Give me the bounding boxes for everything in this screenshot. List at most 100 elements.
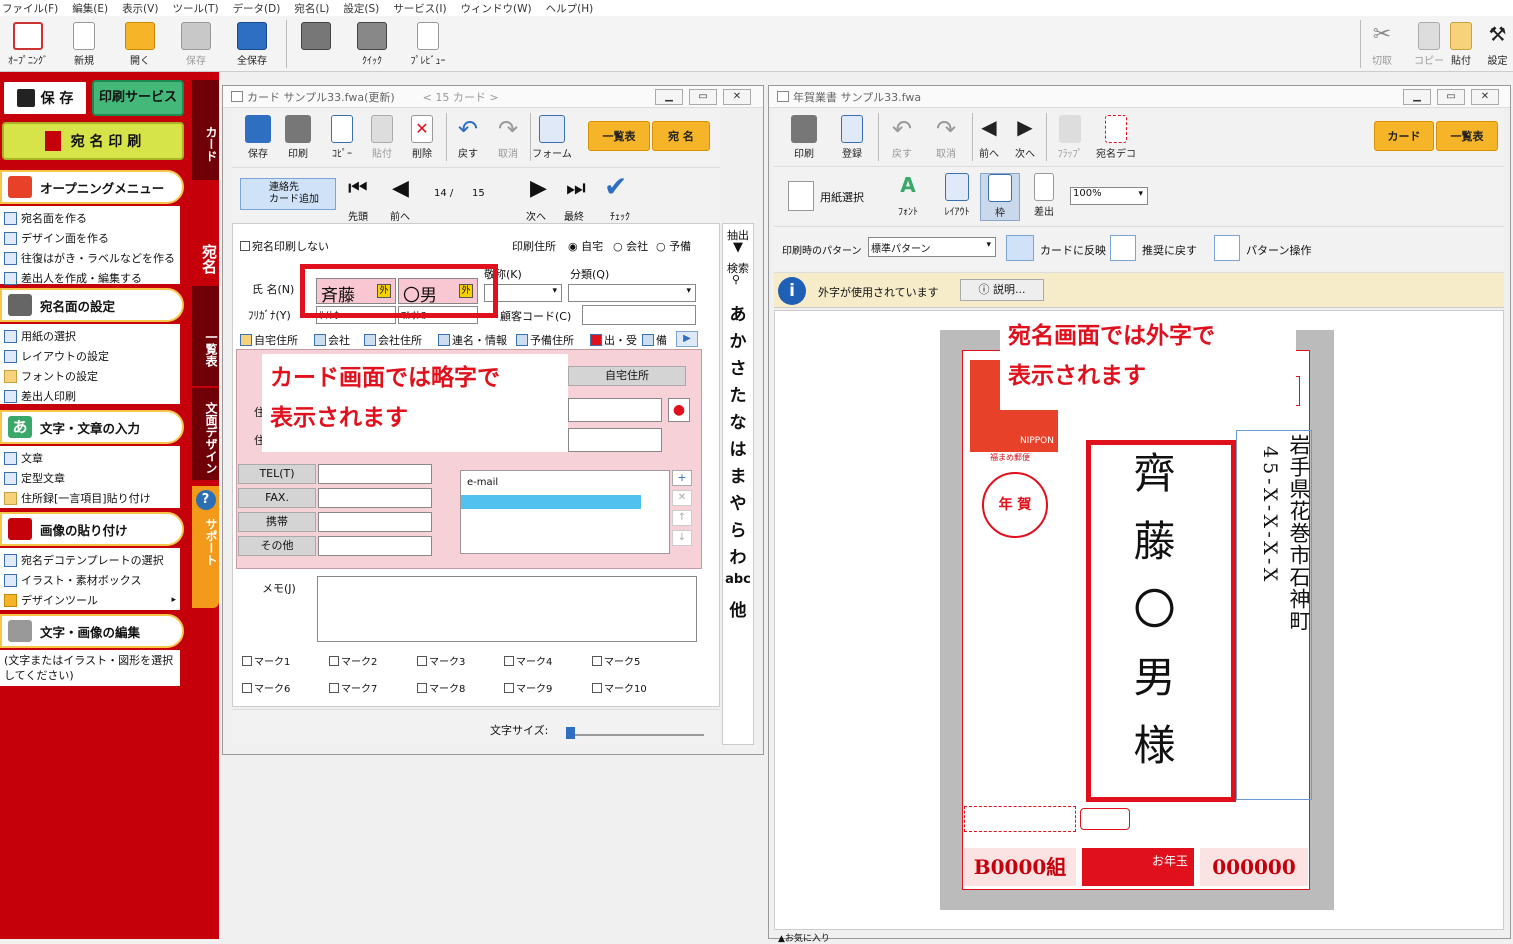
nenga-card-button[interactable]: カード (1374, 121, 1434, 151)
category-select[interactable]: ▾ (568, 284, 696, 302)
save-toolbar-button[interactable]: 保存 (168, 22, 224, 70)
explain-button[interactable]: ⓘ 説明... (960, 279, 1044, 301)
kana-abc[interactable]: abc (724, 572, 752, 587)
kana-ta[interactable]: た (724, 381, 752, 406)
add-contact-button[interactable]: 連絡先 カード追加 (240, 178, 336, 210)
last-icon[interactable]: ⏭ (566, 176, 586, 201)
cut-button[interactable]: ✂ 切取 (1356, 22, 1408, 70)
customer-code-field[interactable] (582, 305, 696, 325)
print-address-company[interactable]: ○ 会社 (613, 238, 648, 254)
print-address-home[interactable]: ◉ 自宅 (568, 238, 603, 254)
kana-a[interactable]: あ (724, 300, 752, 325)
print-address-spare[interactable]: ○ 予備 (656, 238, 691, 254)
font-size-slider[interactable] (566, 734, 704, 736)
tab-scroll-right[interactable]: ▶ (676, 331, 698, 347)
nenga-print-button[interactable]: 印刷 (784, 115, 824, 163)
menu-view[interactable]: 表示(V) (122, 1, 158, 16)
first-icon[interactable]: ⏮ (348, 176, 368, 201)
list-item[interactable]: デザインツール ▸ (4, 590, 180, 610)
list-item[interactable]: 用紙の選択 (4, 326, 180, 346)
tab-company-address[interactable]: 会社住所 (364, 331, 422, 348)
map-pin-icon[interactable]: ● (668, 398, 690, 422)
tab-design[interactable]: 文面デザイン (192, 388, 219, 480)
search-icon[interactable]: ⚲ (732, 273, 740, 286)
menu-address[interactable]: 宛名(L) (294, 1, 329, 16)
list-item[interactable]: 住所録[一言項目]貼り付け (4, 488, 180, 508)
kana-ya[interactable]: や (724, 489, 752, 514)
list-item[interactable]: 往復はがき・ラベルなどを作る (4, 248, 180, 268)
mark6-checkbox[interactable]: マーク6 (242, 680, 290, 695)
mark2-checkbox[interactable]: マーク2 (329, 653, 377, 668)
minimize-button[interactable]: ▁ (1403, 89, 1431, 105)
preview-button[interactable]: ﾌﾟﾚﾋﾞｭｰ (400, 22, 456, 70)
pattern-op-icon[interactable] (1214, 235, 1240, 261)
list-item[interactable]: レイアウトの設定 (4, 346, 180, 366)
menu-tools[interactable]: ツール(T) (172, 1, 218, 16)
move-up-button[interactable]: ↑ (672, 510, 692, 526)
next-icon[interactable]: ▶ (530, 176, 547, 201)
tab-home-address[interactable]: 自宅住所 (240, 331, 298, 348)
tel-field[interactable] (318, 464, 432, 484)
card-save-button[interactable]: 保存 (238, 115, 278, 163)
maximize-button[interactable]: ▭ (689, 89, 717, 105)
slider-handle[interactable] (566, 727, 575, 739)
section-text-input[interactable]: あ 文字・文章の入力 (0, 410, 184, 444)
restore-icon[interactable] (1110, 235, 1136, 261)
kana-other[interactable]: 他 (724, 596, 752, 621)
menu-help[interactable]: ヘルプ(H) (546, 1, 594, 16)
section-address-settings[interactable]: 宛名面の設定 (0, 288, 184, 322)
list-item[interactable]: 宛名デコテンプレートの選択 (4, 550, 180, 570)
card-print-button[interactable]: 印刷 (278, 115, 318, 163)
address2-field[interactable] (568, 428, 662, 452)
tab-joint-names[interactable]: 連名・情報 (438, 331, 507, 348)
menu-data[interactable]: データ(D) (233, 1, 281, 16)
other-field[interactable] (318, 536, 432, 556)
nenga-register-button[interactable]: 登録 (832, 115, 872, 163)
mobile-field[interactable] (318, 512, 432, 532)
memo-field[interactable] (317, 576, 697, 642)
card-redo-button[interactable]: ↷ 取消 (488, 115, 528, 163)
kana-wa[interactable]: わ (724, 543, 752, 568)
kana-ka[interactable]: か (724, 327, 752, 352)
reflect-icon[interactable] (1006, 235, 1034, 261)
nenga-list-button[interactable]: 一覧表 (1436, 121, 1498, 151)
tab-spare-address[interactable]: 予備住所 (516, 331, 574, 348)
add-email-button[interactable]: + (672, 470, 692, 486)
nenga-undo-button[interactable]: ↶ 戻す (882, 115, 922, 163)
tab-send-receive[interactable]: 出・受 (590, 331, 637, 348)
kana-ma[interactable]: ま (724, 462, 752, 487)
card-address-button[interactable]: 宛 名 (652, 121, 710, 151)
list-item[interactable]: 文章 (4, 448, 180, 468)
mark1-checkbox[interactable]: マーク1 (242, 653, 290, 668)
list-item[interactable]: 宛名面を作る (4, 208, 180, 228)
mark5-checkbox[interactable]: マーク5 (592, 653, 640, 668)
mark8-checkbox[interactable]: マーク8 (417, 680, 465, 695)
maximize-button[interactable]: ▭ (1437, 89, 1465, 105)
no-print-checkbox[interactable]: 宛名印刷しない (240, 238, 329, 254)
save-button[interactable]: 保 存 (2, 80, 88, 116)
prev-icon[interactable]: ◀ (392, 176, 409, 201)
paper-select-label[interactable]: 用紙選択 (820, 189, 864, 205)
open-button[interactable]: 開く (112, 22, 168, 70)
tab-card[interactable]: カード (192, 80, 219, 180)
list-item[interactable]: フォントの設定 (4, 366, 180, 386)
favorites-bar[interactable]: ▲お気に入り (778, 931, 830, 944)
save-all-button[interactable]: 全保存 (224, 22, 280, 70)
email-list[interactable]: e-mail (460, 470, 670, 554)
nenga-prev-button[interactable]: ◀ 前へ (974, 115, 1004, 163)
list-item[interactable]: イラスト・素材ボックス (4, 570, 180, 590)
close-button[interactable]: ✕ (723, 89, 751, 105)
kana-sa[interactable]: さ (724, 354, 752, 379)
mark4-checkbox[interactable]: マーク4 (504, 653, 552, 668)
list-item[interactable]: 差出人印刷 (4, 386, 180, 406)
section-image-paste[interactable]: 画像の貼り付け (0, 512, 184, 546)
mark9-checkbox[interactable]: マーク9 (504, 680, 552, 695)
menu-window[interactable]: ウィンドウ(W) (461, 1, 532, 16)
kana-na[interactable]: な (724, 408, 752, 433)
card-delete-button[interactable]: ✕ 削除 (402, 115, 442, 163)
sender-button[interactable]: 差出 (1024, 173, 1064, 221)
mark3-checkbox[interactable]: マーク3 (417, 653, 465, 668)
card-list-button[interactable]: 一覧表 (588, 121, 650, 151)
pattern-select[interactable]: 標準パターン ▾ (868, 237, 996, 257)
fax-field[interactable] (318, 488, 432, 508)
